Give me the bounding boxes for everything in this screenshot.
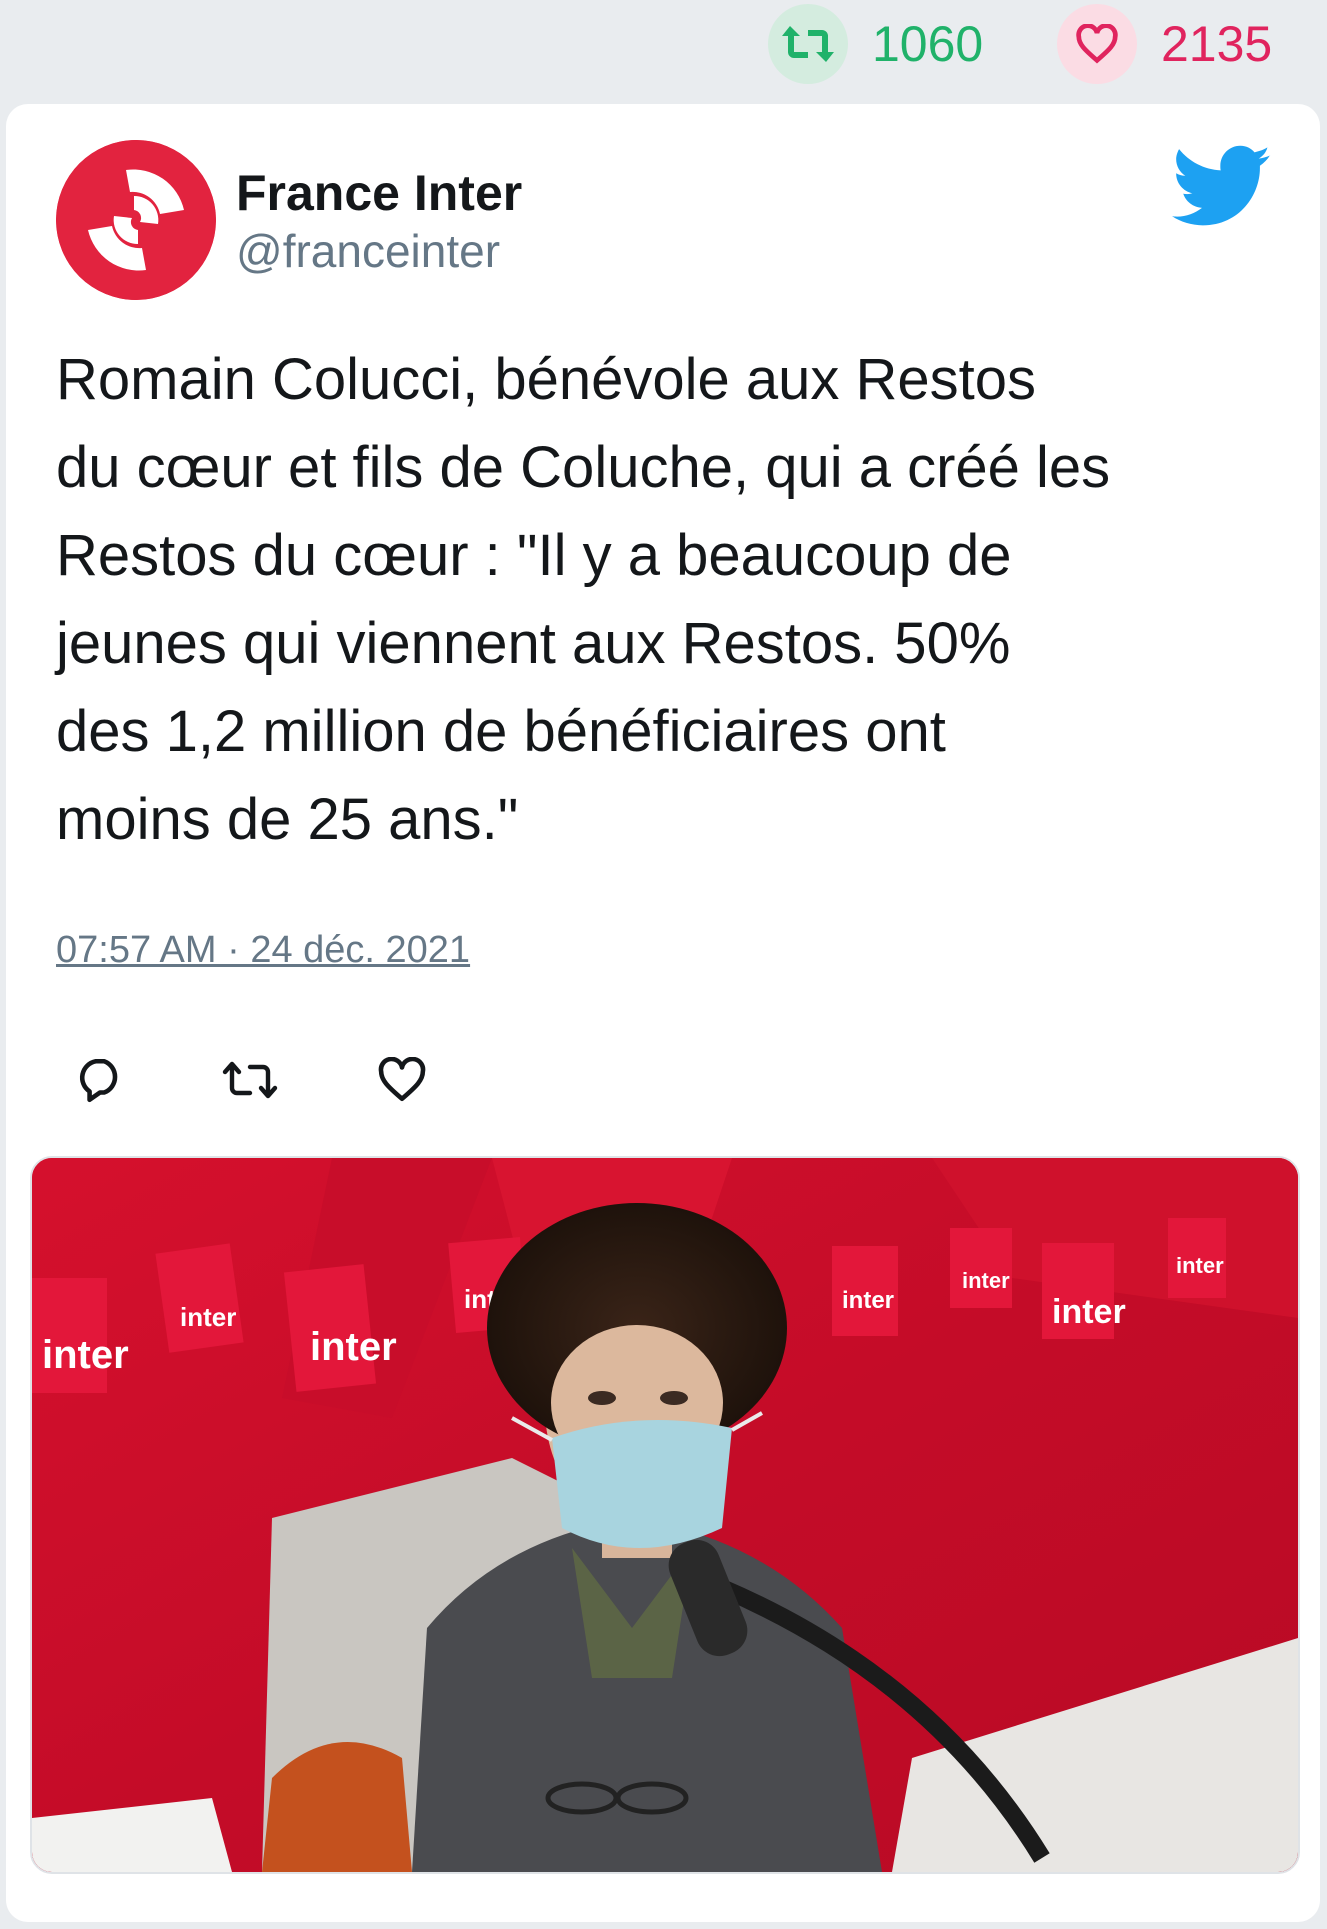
tweet-text-line: jeunes qui viennent aux Restos. 50%	[56, 611, 1011, 676]
tweet-text-line: du cœur et fils de Coluche, qui a créé l…	[56, 435, 1111, 500]
tweet-text-line: moins de 25 ans."	[56, 787, 519, 852]
reply-button[interactable]	[70, 1050, 130, 1110]
svg-text:inter: inter	[842, 1287, 894, 1314]
tweet-card: France Inter @franceinter Romain Colucci…	[6, 104, 1320, 1922]
reply-icon	[79, 1058, 118, 1103]
retweet-count: 1060	[872, 16, 984, 72]
author-name[interactable]: France Inter	[236, 164, 522, 222]
svg-text:inter: inter	[310, 1325, 397, 1369]
studio-photo: inter inter inter inter inter inter inte…	[32, 1158, 1298, 1872]
svg-text:inter: inter	[1052, 1293, 1126, 1331]
svg-text:inter: inter	[180, 1302, 236, 1332]
retweet-icon	[222, 1061, 278, 1099]
heart-icon	[1057, 4, 1137, 84]
like-count: 2135	[1161, 16, 1273, 72]
heart-icon	[378, 1057, 426, 1102]
svg-text:inter: inter	[42, 1333, 129, 1377]
like-count-stat[interactable]: 2135	[1057, 4, 1272, 84]
retweet-icon	[768, 4, 848, 84]
author-handle[interactable]: @franceinter	[236, 224, 500, 278]
tweet-text: Romain Colucci, bénévole aux Restos du c…	[56, 336, 1296, 864]
retweet-button[interactable]	[220, 1050, 280, 1110]
tweet-text-line: des 1,2 million de bénéficiaires ont	[56, 699, 946, 764]
svg-text:inter: inter	[962, 1268, 1010, 1293]
tweet-media-photo[interactable]: inter inter inter inter inter inter inte…	[30, 1156, 1300, 1874]
twitter-bird-icon[interactable]	[1172, 144, 1272, 230]
like-button[interactable]	[372, 1050, 432, 1110]
retweet-count-stat[interactable]: 1060	[768, 4, 983, 84]
tweet-timestamp[interactable]: 07:57 AM · 24 déc. 2021	[56, 929, 470, 972]
svg-text:inter: inter	[1176, 1253, 1224, 1278]
avatar[interactable]	[56, 140, 216, 300]
engagement-stats-bar: 1060 2135	[0, 0, 1327, 100]
tweet-text-line: Restos du cœur : "Il y a beaucoup de	[56, 523, 1012, 588]
tweet-text-line: Romain Colucci, bénévole aux Restos	[56, 347, 1037, 412]
france-inter-logo	[56, 140, 216, 300]
